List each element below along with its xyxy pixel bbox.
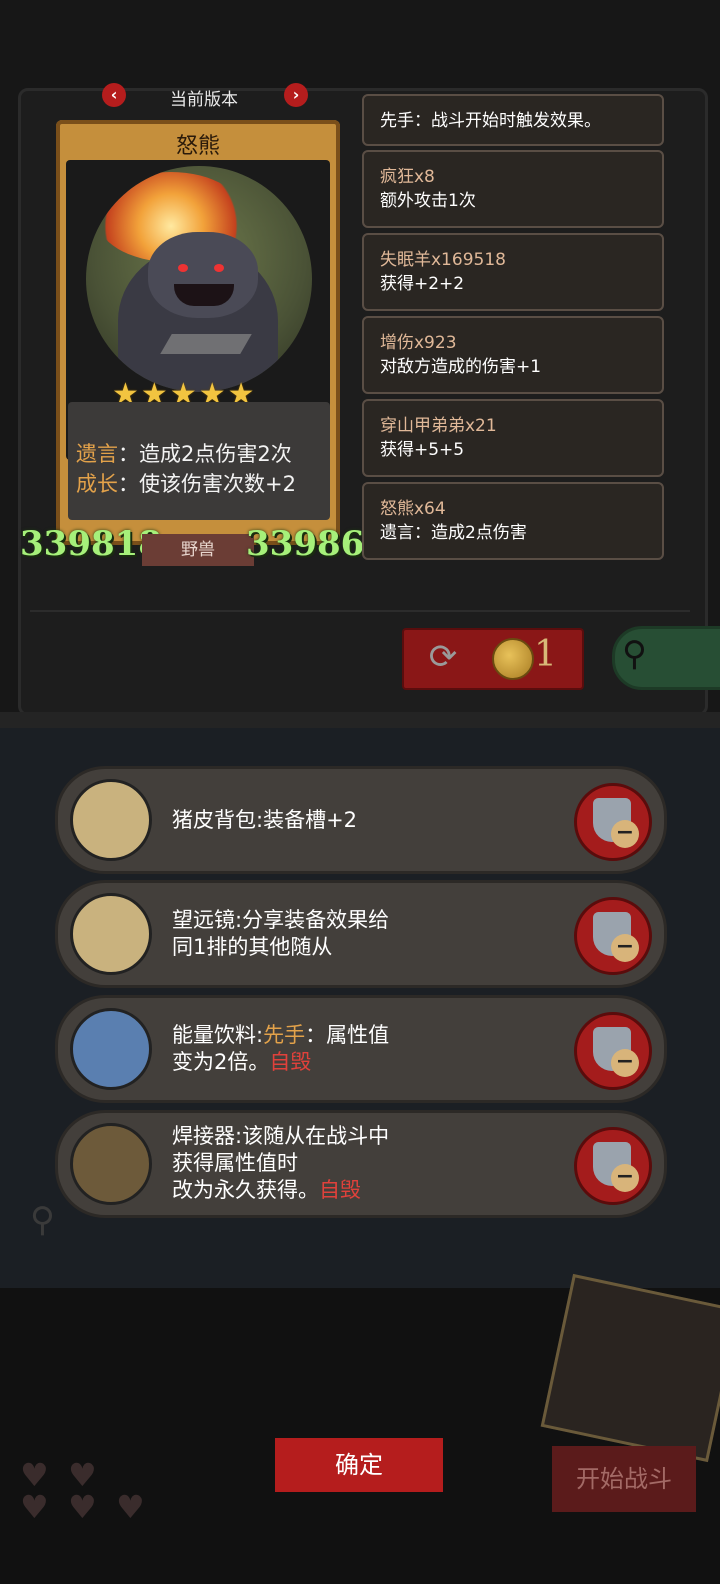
buff-desc: 对敌方造成的伤害+1 <box>380 357 542 377</box>
equipment-segment: 变为2倍。 <box>172 1050 270 1074</box>
minus-icon: − <box>611 820 639 848</box>
energy-drink-icon <box>70 1008 152 1090</box>
tribe-label: 野兽 <box>142 534 254 566</box>
equipment-segment: 自毁 <box>319 1178 361 1202</box>
ability-line: 遗言：造成2点伤害2次 <box>76 438 292 468</box>
ability-separator: ： <box>118 442 139 466</box>
equipment-item: 能量饮料:先手：属性值 变为2倍。自毁 − <box>55 995 667 1103</box>
equipment-line: 焊接器:该随从在战斗中 <box>172 1123 389 1150</box>
bear-mouth <box>174 284 234 306</box>
buff-item: 先手：战斗开始时触发效果。 <box>362 94 664 146</box>
buff-item: 增伤x923 对敌方造成的伤害+1 <box>362 316 664 394</box>
equipment-segment: 焊接器:该随从在战斗中 <box>172 1124 390 1148</box>
equipment-segment: 改为永久获得。 <box>172 1178 319 1202</box>
refresh-icon: ⟳ <box>428 637 458 677</box>
heart-icon: ♥ <box>20 1488 49 1526</box>
search-icon: ⚲ <box>30 1200 55 1240</box>
buff-desc: 遗言：造成2点伤害 <box>380 523 527 543</box>
equipment-segment: 先手 <box>263 1023 306 1047</box>
bear-eye <box>178 264 188 272</box>
equipment-line: 能量饮料:先手：属性值 <box>172 1022 389 1049</box>
lives-hearts: ♥ ♥ ♥ ♥ ♥ <box>20 1456 170 1536</box>
equipment-text: 望远镜:分享装备效果给 同1排的其他随从 <box>172 907 389 961</box>
equipment-item: 望远镜:分享装备效果给 同1排的其他随从 − <box>55 880 667 988</box>
equipment-segment: 获得属性值时 <box>172 1151 298 1175</box>
ability-key: 成长 <box>76 472 118 496</box>
remove-equipment-button[interactable]: − <box>574 1127 652 1205</box>
buff-desc: 先手：战斗开始时触发效果。 <box>380 111 601 131</box>
equipment-segment: 猪皮背包:装备槽+2 <box>172 808 358 832</box>
start-battle-button[interactable]: 开始战斗 <box>552 1446 696 1512</box>
minus-icon: − <box>611 1164 639 1192</box>
confirm-button[interactable]: 确定 <box>275 1438 443 1492</box>
buff-item: 怒熊x64 遗言：造成2点伤害 <box>362 482 664 560</box>
buff-item: 疯狂x8 额外攻击1次 <box>362 150 664 228</box>
equipment-segment: 能量饮料: <box>172 1023 264 1047</box>
remove-equipment-button[interactable]: − <box>574 783 652 861</box>
equipment-segment: 同1排的其他随从 <box>172 935 333 959</box>
equipment-text: 焊接器:该随从在战斗中 获得属性值时 改为永久获得。自毁 <box>172 1123 389 1204</box>
next-version-button[interactable]: › <box>284 83 308 107</box>
minus-icon: − <box>611 934 639 962</box>
equipment-item: 猪皮背包:装备槽+2 − <box>55 766 667 874</box>
attack-value: 339818 <box>20 524 162 564</box>
equipment-line: 同1排的其他随从 <box>172 934 389 961</box>
buff-name: 增伤x923 <box>380 333 457 353</box>
buff-name: 怒熊x64 <box>380 499 446 519</box>
equipment-segment: 自毁 <box>269 1050 312 1074</box>
buff-item: 穿山甲弟弟x21 获得+5+5 <box>362 399 664 477</box>
bear-portrait <box>86 166 312 392</box>
remove-equipment-button[interactable]: − <box>574 897 652 975</box>
shop-divider <box>30 580 690 612</box>
telescope-icon <box>70 893 152 975</box>
buff-desc: 获得+5+5 <box>380 440 465 460</box>
equipment-line: 望远镜:分享装备效果给 <box>172 907 389 934</box>
ability-separator: ： <box>118 472 139 496</box>
heart-icon: ♥ <box>116 1488 145 1526</box>
buff-desc: 获得+2+2 <box>380 274 465 294</box>
backpack-icon <box>70 779 152 861</box>
minus-icon: − <box>611 1049 639 1077</box>
buff-name: 穿山甲弟弟x21 <box>380 416 497 436</box>
equipment-line: 获得属性值时 <box>172 1150 389 1177</box>
ability-key: 遗言 <box>76 442 118 466</box>
equipment-line: 变为2倍。自毁 <box>172 1049 389 1076</box>
equipment-segment: ：属性值 <box>305 1023 390 1047</box>
remove-equipment-button[interactable]: − <box>574 1012 652 1090</box>
ability-text: 使该伤害次数+2 <box>139 472 296 496</box>
buff-name: 疯狂x8 <box>380 167 435 187</box>
version-label: 当前版本 <box>170 90 238 110</box>
equipment-text: 猪皮背包:装备槽+2 <box>172 807 357 834</box>
equipment-line: 猪皮背包:装备槽+2 <box>172 807 357 834</box>
coin-count: 1 <box>534 634 557 675</box>
buff-desc: 额外攻击1次 <box>380 191 476 211</box>
buff-item: 失眠羊x169518 获得+2+2 <box>362 233 664 311</box>
equipment-item: 焊接器:该随从在战斗中 获得属性值时 改为永久获得。自毁 − <box>55 1110 667 1218</box>
chest-mark <box>160 334 252 354</box>
search-icon: ⚲ <box>622 634 647 674</box>
welder-icon <box>70 1123 152 1205</box>
section-divider <box>0 712 720 728</box>
equipment-text: 能量饮料:先手：属性值 变为2倍。自毁 <box>172 1022 389 1076</box>
card-name: 怒熊 <box>175 134 220 159</box>
buff-name: 失眠羊x169518 <box>380 250 506 270</box>
equipment-segment: 望远镜:分享装备效果给 <box>172 908 390 932</box>
heart-icon: ♥ <box>68 1488 97 1526</box>
ability-text: 造成2点伤害2次 <box>139 442 292 466</box>
equipment-line: 改为永久获得。自毁 <box>172 1177 389 1204</box>
coin-icon <box>492 638 534 680</box>
ability-line: 成长：使该伤害次数+2 <box>76 468 296 498</box>
health-value: 33986 <box>246 524 365 564</box>
prev-version-button[interactable]: ‹ <box>102 83 126 107</box>
bear-eye <box>214 264 224 272</box>
